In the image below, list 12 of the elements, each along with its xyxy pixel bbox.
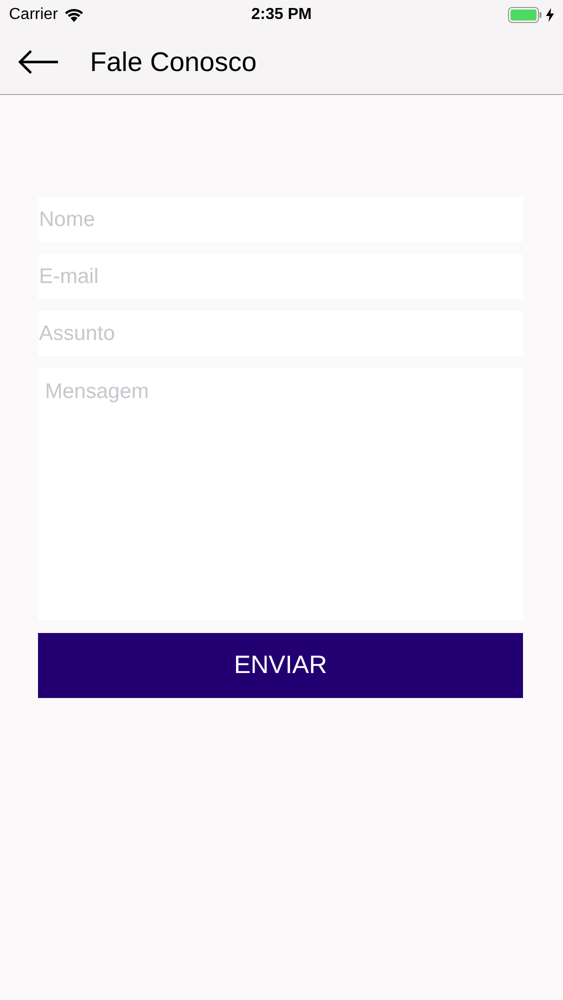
wifi-icon (64, 8, 84, 22)
send-button[interactable]: ENVIAR (38, 633, 523, 698)
battery-icon (508, 7, 542, 23)
message-field[interactable]: Mensagem (38, 368, 523, 620)
input-field[interactable]: Assunto (38, 311, 523, 356)
status-time: 2:35 PM (251, 6, 312, 23)
input-field[interactable]: Nome (38, 197, 523, 242)
screen-title: Fale Conosco (90, 46, 257, 78)
input-field[interactable]: E-mail (38, 254, 523, 299)
carrier-name: Carrier (9, 6, 58, 24)
back-arrow-icon[interactable] (18, 49, 60, 75)
charging-icon (546, 8, 554, 22)
